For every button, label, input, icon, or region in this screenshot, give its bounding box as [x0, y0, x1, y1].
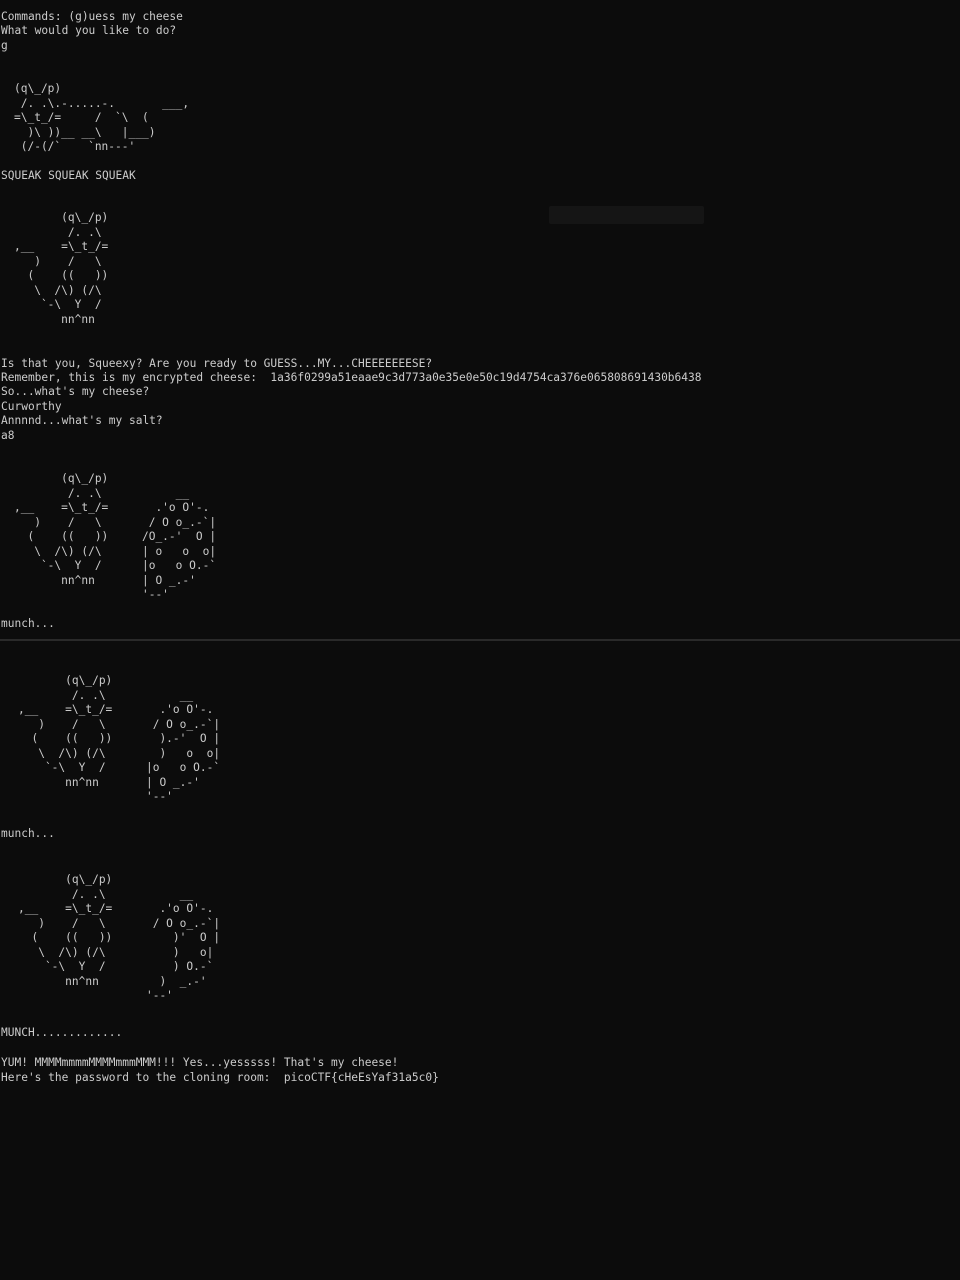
terminal-pane-top: Commands: (g)uess my cheese What would y…: [0, 0, 960, 639]
ascii-running-mouse: (q\_/p) /. .\.-.....-. ___, =\_t_/= / `\…: [14, 82, 190, 153]
encrypted-cheese-line: Remember, this is my encrypted cheese: 1…: [1, 371, 702, 384]
ascii-mouse-with-cheese: (q\_/p) /. .\ __ ,__ =\_t_/= .'o O'-. ) …: [18, 674, 221, 803]
ascii-sitting-mouse: (q\_/p) /. .\ ,__ =\_t_/= ) / \ ( (( )) …: [14, 211, 109, 326]
salt-question-line: Annnnd...what's my salt?: [1, 414, 163, 427]
user-choice: g: [1, 39, 8, 52]
ascii-mouse-with-cheese: (q\_/p) /. .\ __ ,__ =\_t_/= .'o O'-. ) …: [14, 472, 217, 601]
salt-answer: a8: [1, 429, 15, 442]
cheese-answer: Curworthy: [1, 400, 62, 413]
munch-line: munch...: [1, 617, 55, 630]
yum-line: YUM! MMMMmmmmMMMMmmmMMM!!! Yes...yesssss…: [1, 1056, 399, 1069]
question-line: Is that you, Squeexy? Are you ready to G…: [1, 357, 433, 370]
munch-line: MUNCH.............: [1, 1026, 123, 1039]
munch-line: munch...: [1, 827, 55, 840]
squeak-line: SQUEAK SQUEAK SQUEAK: [1, 169, 136, 182]
whats-cheese-line: So...what's my cheese?: [1, 385, 150, 398]
prompt-line: What would you like to do?: [1, 24, 177, 37]
commands-line: Commands: (g)uess my cheese: [1, 10, 183, 23]
password-line: Here's the password to the cloning room:…: [1, 1071, 439, 1084]
faint-overlay: [549, 206, 704, 224]
ascii-mouse-with-cheese: (q\_/p) /. .\ __ ,__ =\_t_/= .'o O'-. ) …: [18, 873, 221, 1002]
terminal-pane-bottom: (q\_/p) /. .\ __ ,__ =\_t_/= .'o O'-. ) …: [0, 641, 960, 1280]
